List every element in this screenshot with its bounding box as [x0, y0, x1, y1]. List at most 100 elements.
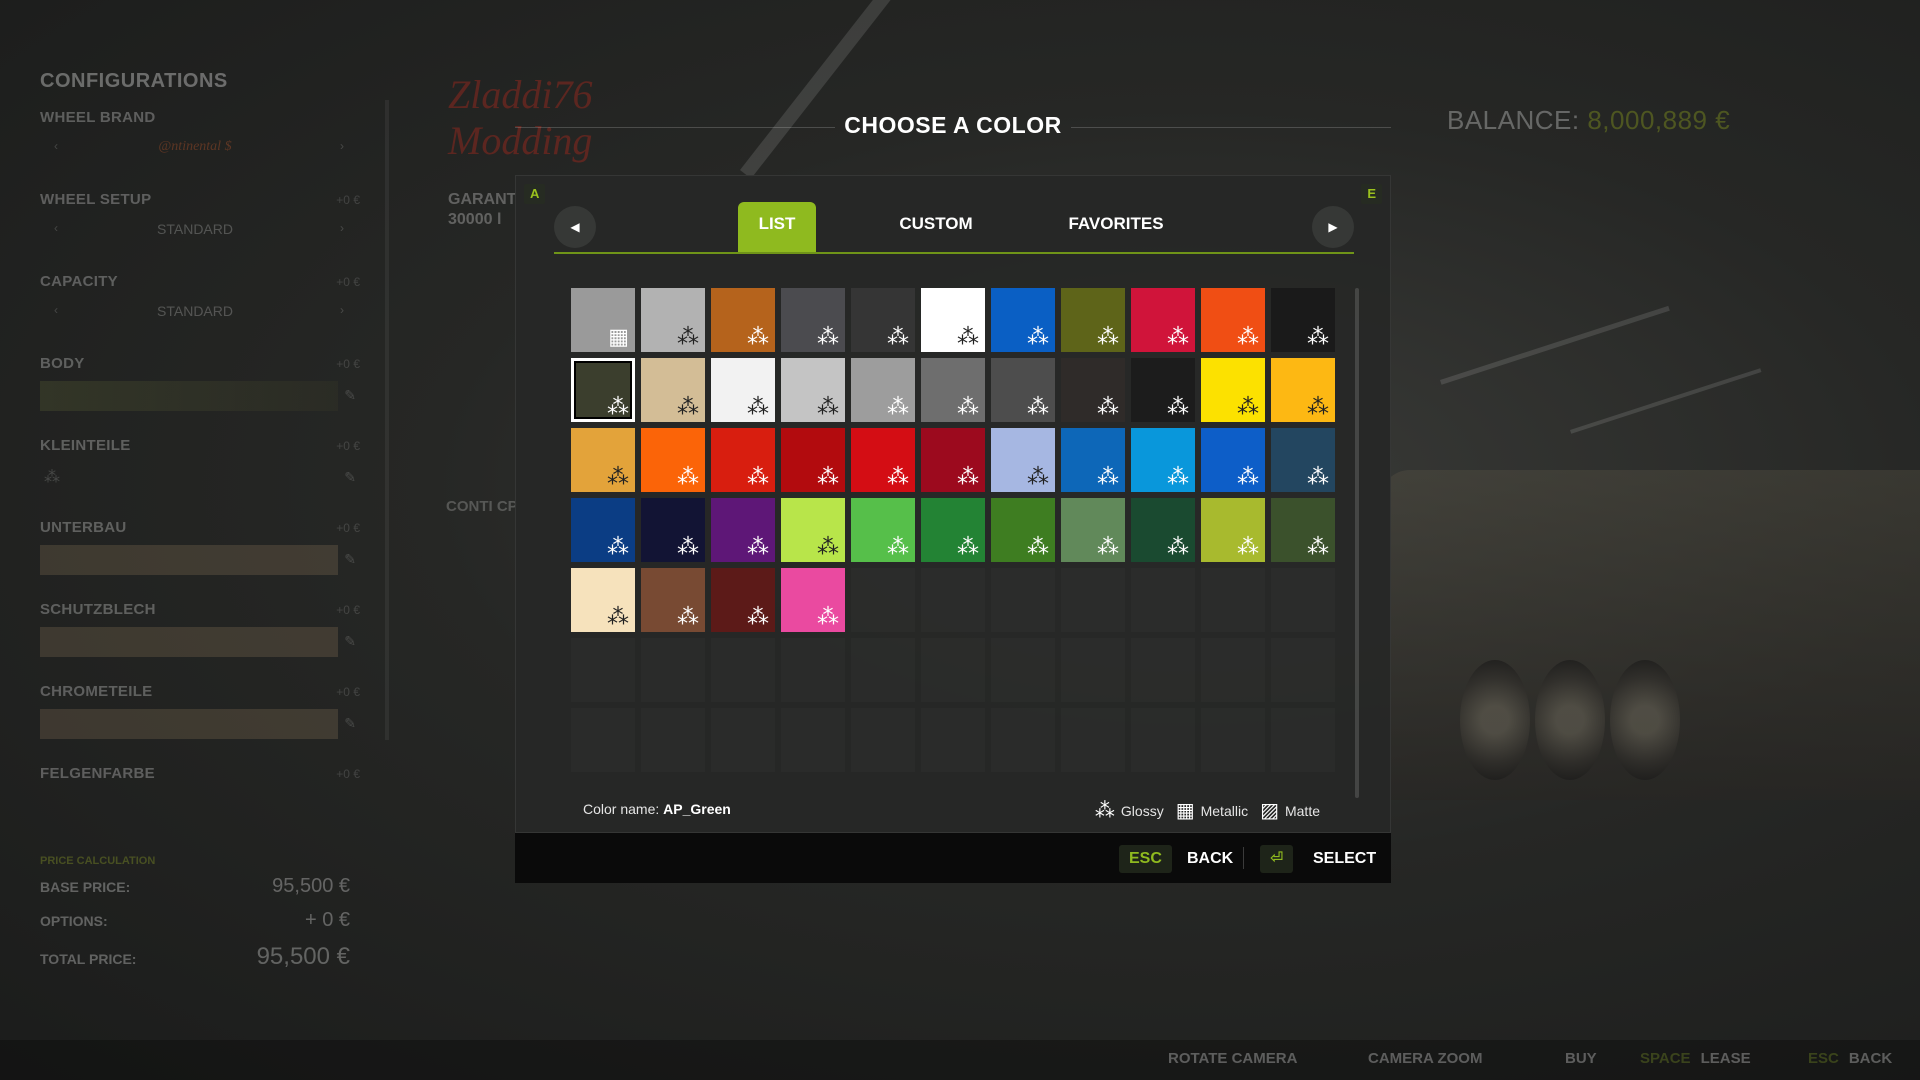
- color-swatch[interactable]: ⁂: [991, 288, 1055, 352]
- color-swatch[interactable]: ⁂: [1201, 358, 1265, 422]
- hint-lease[interactable]: SPACE LEASE: [1640, 1050, 1751, 1067]
- back-key[interactable]: ESC: [1119, 845, 1172, 873]
- color-swatch[interactable]: ⁂: [851, 498, 915, 562]
- tab-underline: [554, 252, 1354, 254]
- color-swatch[interactable]: ⁂: [711, 428, 775, 492]
- config-label: WHEEL SETUP: [40, 191, 152, 208]
- color-swatch[interactable]: ▦: [571, 288, 635, 352]
- color-swatch[interactable]: ⁂: [781, 428, 845, 492]
- hint-camera-zoom[interactable]: CAMERA ZOOM: [1368, 1050, 1482, 1067]
- color-swatch[interactable]: ⁂: [1271, 498, 1335, 562]
- color-swatch[interactable]: ⁂: [991, 498, 1055, 562]
- glossy-icon: ⁂: [887, 394, 909, 419]
- color-swatch[interactable]: ⁂: [1201, 428, 1265, 492]
- config-row[interactable]: WHEEL SETUP +0 € ‹ STANDARD ›: [40, 191, 380, 273]
- config-row[interactable]: BODY +0 € ✎: [40, 355, 380, 437]
- color-swatch[interactable]: ⁂: [1201, 498, 1265, 562]
- color-swatch[interactable]: ⁂: [781, 358, 845, 422]
- color-swatch[interactable]: ⁂: [1271, 428, 1335, 492]
- color-swatch[interactable]: ⁂: [1131, 288, 1195, 352]
- color-swatch[interactable]: ⁂: [641, 498, 705, 562]
- empty-swatch-slot: [921, 708, 985, 772]
- color-swatch[interactable]: ⁂: [571, 428, 635, 492]
- color-swatch[interactable]: ⁂: [1131, 428, 1195, 492]
- config-row[interactable]: CAPACITY +0 € ‹ STANDARD ›: [40, 273, 380, 355]
- color-swatch[interactable]: ⁂: [781, 288, 845, 352]
- tab-list[interactable]: LIST: [738, 202, 816, 252]
- glossy-icon: ⁂: [677, 394, 699, 419]
- color-swatch[interactable]: ⁂: [711, 358, 775, 422]
- hint-back[interactable]: ESC BACK: [1808, 1050, 1892, 1067]
- config-row[interactable]: CHROMETEILE +0 € ✎: [40, 683, 380, 765]
- prev-tab-button[interactable]: ◀: [554, 206, 596, 248]
- color-swatch[interactable]: ⁂: [1131, 498, 1195, 562]
- hint-rotate-camera[interactable]: ROTATE CAMERA: [1168, 1050, 1297, 1067]
- config-row[interactable]: UNTERBAU +0 € ✎: [40, 519, 380, 601]
- empty-swatch-slot: [1201, 568, 1265, 632]
- glossy-icon: ⁂: [44, 469, 60, 486]
- color-swatch[interactable]: ⁂: [1061, 358, 1125, 422]
- config-row[interactable]: FELGENFARBE +0 €: [40, 765, 380, 847]
- edit-icon[interactable]: ✎: [344, 551, 356, 568]
- edit-icon[interactable]: ✎: [344, 469, 356, 486]
- matte-icon: ▨: [1260, 800, 1279, 822]
- color-swatch[interactable]: ⁂: [1271, 358, 1335, 422]
- color-swatch[interactable]: ⁂: [1061, 288, 1125, 352]
- color-swatch[interactable]: ⁂: [851, 358, 915, 422]
- color-swatch[interactable]: ⁂: [641, 358, 705, 422]
- next-tab-button[interactable]: ▶: [1312, 206, 1354, 248]
- glossy-icon: ⁂: [747, 394, 769, 419]
- color-swatch[interactable]: ⁂: [711, 568, 775, 632]
- color-swatch[interactable]: ⁂: [711, 498, 775, 562]
- chevron-right-icon[interactable]: ›: [340, 139, 344, 153]
- color-swatch[interactable]: ⁂: [571, 498, 635, 562]
- color-swatch[interactable]: ⁂: [1201, 288, 1265, 352]
- color-swatch[interactable]: ⁂: [851, 428, 915, 492]
- color-swatch[interactable]: ⁂: [921, 498, 985, 562]
- legend-matte-label: Matte: [1284, 802, 1320, 819]
- select-button[interactable]: SELECT: [1313, 845, 1376, 873]
- color-swatch[interactable]: ⁂: [851, 288, 915, 352]
- color-swatch[interactable]: ⁂: [641, 568, 705, 632]
- edit-icon[interactable]: ✎: [344, 387, 356, 404]
- color-preview-bar[interactable]: [40, 545, 338, 575]
- config-row[interactable]: WHEEL BRAND ‹ @ntinental $ ›: [40, 109, 380, 191]
- color-swatch[interactable]: ⁂: [641, 288, 705, 352]
- color-swatch[interactable]: ⁂: [1131, 358, 1195, 422]
- configurations-scrollbar[interactable]: [385, 100, 389, 740]
- color-swatch[interactable]: ⁂: [921, 428, 985, 492]
- color-preview-bar[interactable]: [40, 627, 338, 657]
- chevron-right-icon[interactable]: ›: [340, 221, 344, 235]
- color-swatch[interactable]: ⁂: [781, 568, 845, 632]
- config-row[interactable]: SCHUTZBLECH +0 € ✎: [40, 601, 380, 683]
- empty-swatch-slot: [571, 708, 635, 772]
- color-swatch[interactable]: ⁂: [921, 288, 985, 352]
- legend-metallic-label: Metallic: [1200, 802, 1249, 819]
- balance: BALANCE: 8,000,889 €: [1447, 105, 1730, 136]
- color-preview-bar[interactable]: [40, 381, 338, 411]
- color-swatch[interactable]: ⁂: [991, 428, 1055, 492]
- swatch-grid-scrollbar[interactable]: [1355, 288, 1359, 798]
- select-key-icon[interactable]: ⏎: [1260, 845, 1294, 873]
- color-swatch[interactable]: ⁂: [1271, 288, 1335, 352]
- color-swatch[interactable]: ⁂: [781, 498, 845, 562]
- color-swatch[interactable]: ⁂: [711, 288, 775, 352]
- edit-icon[interactable]: ✎: [344, 633, 356, 650]
- chevron-right-icon[interactable]: ›: [340, 303, 344, 317]
- tab-favorites[interactable]: FAVORITES: [1041, 202, 1191, 252]
- hint-buy[interactable]: BUY: [1565, 1050, 1597, 1067]
- edit-icon[interactable]: ✎: [344, 715, 356, 732]
- color-swatch[interactable]: ⁂: [641, 428, 705, 492]
- back-button[interactable]: BACK: [1187, 845, 1233, 873]
- color-preview-bar[interactable]: [40, 709, 338, 739]
- glossy-icon: ⁂: [1094, 800, 1115, 822]
- color-swatch[interactable]: ⁂: [571, 358, 635, 422]
- color-swatch[interactable]: ⁂: [1061, 498, 1125, 562]
- config-row[interactable]: KLEINTEILE +0 € ⁂ ✎: [40, 437, 380, 519]
- hint-camera-zoom-label: CAMERA ZOOM: [1368, 1050, 1483, 1067]
- tab-custom[interactable]: CUSTOM: [876, 202, 996, 252]
- color-swatch[interactable]: ⁂: [921, 358, 985, 422]
- color-swatch[interactable]: ⁂: [571, 568, 635, 632]
- color-swatch[interactable]: ⁂: [991, 358, 1055, 422]
- color-swatch[interactable]: ⁂: [1061, 428, 1125, 492]
